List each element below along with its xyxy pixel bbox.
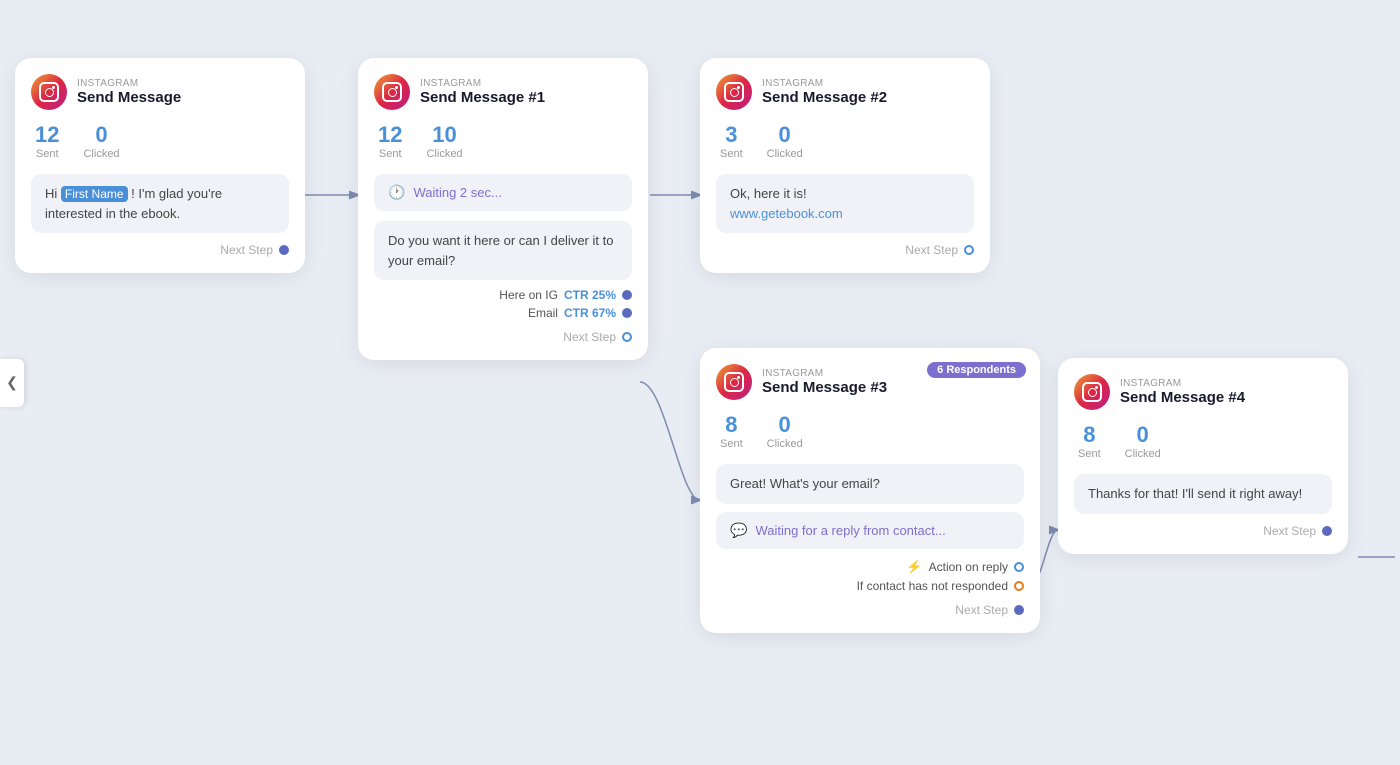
node4-action-reply-dot[interactable] <box>1014 562 1024 572</box>
node4-sent-value: 8 <box>720 412 743 438</box>
node3-message-line1: Ok, here it is! <box>730 184 960 204</box>
node5-sent-label: Sent <box>1078 448 1101 460</box>
node-send-message-1[interactable]: Instagram Send Message #1 12 Sent 10 Cli… <box>358 58 648 360</box>
first-name-tag: First Name <box>61 186 128 202</box>
node1-next-step-dot[interactable] <box>279 245 289 255</box>
node1-header: Instagram Send Message <box>31 74 289 110</box>
node4-clicked-value: 0 <box>767 412 803 438</box>
left-nav-arrow[interactable]: ❮ <box>0 359 24 407</box>
node-send-message-4[interactable]: Instagram Send Message #4 8 Sent 0 Click… <box>1058 358 1348 554</box>
node3-next-step-dot[interactable] <box>964 245 974 255</box>
node1-message: Hi First Name ! I'm glad you're interest… <box>31 174 289 233</box>
node2-title: Send Message #1 <box>420 89 545 106</box>
node4-not-responded-label: If contact has not responded <box>857 579 1008 593</box>
node3-header: Instagram Send Message #2 <box>716 74 974 110</box>
node-send-message-2[interactable]: Instagram Send Message #2 3 Sent 0 Click… <box>700 58 990 273</box>
node3-link: www.getebook.com <box>730 204 960 224</box>
node4-waiting-reply-text: Waiting for a reply from contact... <box>755 523 945 538</box>
node2-clicked-label: Clicked <box>426 148 462 160</box>
node2-sent-value: 12 <box>378 122 402 148</box>
node2-message: Do you want it here or can I deliver it … <box>374 221 632 280</box>
node2-ctr2-dot[interactable] <box>622 308 632 318</box>
flow-canvas: ❮ Instagram Send Message 12 Sent 0 Click… <box>0 0 1400 765</box>
node4-action-reply-label: Action on reply <box>929 560 1008 574</box>
node3-clicked-value: 0 <box>767 122 803 148</box>
node5-title: Send Message #4 <box>1120 389 1245 406</box>
node4-next-step-label: Next Step <box>955 603 1008 617</box>
node2-ctr2: Email CTR 67% <box>374 306 632 320</box>
node4-waiting-reply: 💬 Waiting for a reply from contact... <box>716 512 1024 549</box>
node2-sent-label: Sent <box>378 148 402 160</box>
node2-ctr1-label: Here on IG <box>499 288 558 302</box>
node2-stats: 12 Sent 10 Clicked <box>374 122 632 160</box>
node2-ctr1-value: CTR 25% <box>564 288 616 302</box>
node4-title: Send Message #3 <box>762 379 887 396</box>
node5-message: Thanks for that! I'll send it right away… <box>1074 474 1332 514</box>
node4-clicked-label: Clicked <box>767 438 803 450</box>
node5-clicked-value: 0 <box>1125 422 1161 448</box>
node3-next-step-label: Next Step <box>905 243 958 257</box>
node3-sent-value: 3 <box>720 122 743 148</box>
instagram-icon-4 <box>716 364 752 400</box>
node5-next-step-label: Next Step <box>1263 524 1316 538</box>
node3-stats: 3 Sent 0 Clicked <box>716 122 974 160</box>
node2-next-step-dot[interactable] <box>622 332 632 342</box>
node3-message: Ok, here it is! www.getebook.com <box>716 174 974 233</box>
node5-header: Instagram Send Message #4 <box>1074 374 1332 410</box>
node1-next-step-label: Next Step <box>220 243 273 257</box>
node4-stats: 8 Sent 0 Clicked <box>716 412 1024 450</box>
chat-bubble-icon: 💬 <box>730 522 747 539</box>
node2-next-step[interactable]: Next Step <box>374 330 632 344</box>
node4-action-reply: ⚡ Action on reply <box>716 559 1024 575</box>
node4-next-step[interactable]: Next Step <box>716 603 1024 617</box>
node1-clicked-value: 0 <box>83 122 119 148</box>
node4-sent-label: Sent <box>720 438 743 450</box>
node4-next-step-dot[interactable] <box>1014 605 1024 615</box>
instagram-icon-5 <box>1074 374 1110 410</box>
node1-title: Send Message <box>77 89 181 106</box>
node2-ctr2-label: Email <box>528 306 558 320</box>
node3-clicked-label: Clicked <box>767 148 803 160</box>
node2-platform: Instagram <box>420 78 545 89</box>
node5-clicked-label: Clicked <box>1125 448 1161 460</box>
node1-platform: Instagram <box>77 78 181 89</box>
node3-next-step[interactable]: Next Step <box>716 243 974 257</box>
instagram-icon-3 <box>716 74 752 110</box>
bolt-icon: ⚡ <box>906 559 922 575</box>
node2-clicked-value: 10 <box>426 122 462 148</box>
node2-waiting: 🕐 Waiting 2 sec... <box>374 174 632 211</box>
node3-sent-label: Sent <box>720 148 743 160</box>
node4-message: Great! What's your email? <box>716 464 1024 504</box>
node4-platform: Instagram <box>762 368 887 379</box>
node1-sent-label: Sent <box>35 148 59 160</box>
node2-ctr1-dot[interactable] <box>622 290 632 300</box>
node5-next-step-dot[interactable] <box>1322 526 1332 536</box>
node-send-message[interactable]: Instagram Send Message 12 Sent 0 Clicked… <box>15 58 305 273</box>
node2-header: Instagram Send Message #1 <box>374 74 632 110</box>
node1-stats: 12 Sent 0 Clicked <box>31 122 289 160</box>
node5-stats: 8 Sent 0 Clicked <box>1074 422 1332 460</box>
node3-platform: Instagram <box>762 78 887 89</box>
node2-ctr2-value: CTR 67% <box>564 306 616 320</box>
node5-platform: Instagram <box>1120 378 1245 389</box>
node5-sent-value: 8 <box>1078 422 1101 448</box>
node1-next-step[interactable]: Next Step <box>31 243 289 257</box>
node2-waiting-text: Waiting 2 sec... <box>413 185 501 200</box>
node1-clicked-label: Clicked <box>83 148 119 160</box>
node2-ctr1: Here on IG CTR 25% <box>374 288 632 302</box>
respondents-badge: 6 Respondents <box>927 362 1026 378</box>
chevron-left-icon: ❮ <box>6 374 18 391</box>
node5-next-step[interactable]: Next Step <box>1074 524 1332 538</box>
node2-next-step-label: Next Step <box>563 330 616 344</box>
node4-not-responded-dot[interactable] <box>1014 581 1024 591</box>
node3-title: Send Message #2 <box>762 89 887 106</box>
clock-icon: 🕐 <box>388 184 405 201</box>
node4-not-responded: If contact has not responded <box>716 579 1024 593</box>
instagram-icon-1 <box>31 74 67 110</box>
instagram-icon-2 <box>374 74 410 110</box>
node-send-message-3[interactable]: 6 Respondents Instagram Send Message #3 … <box>700 348 1040 633</box>
node1-sent-value: 12 <box>35 122 59 148</box>
